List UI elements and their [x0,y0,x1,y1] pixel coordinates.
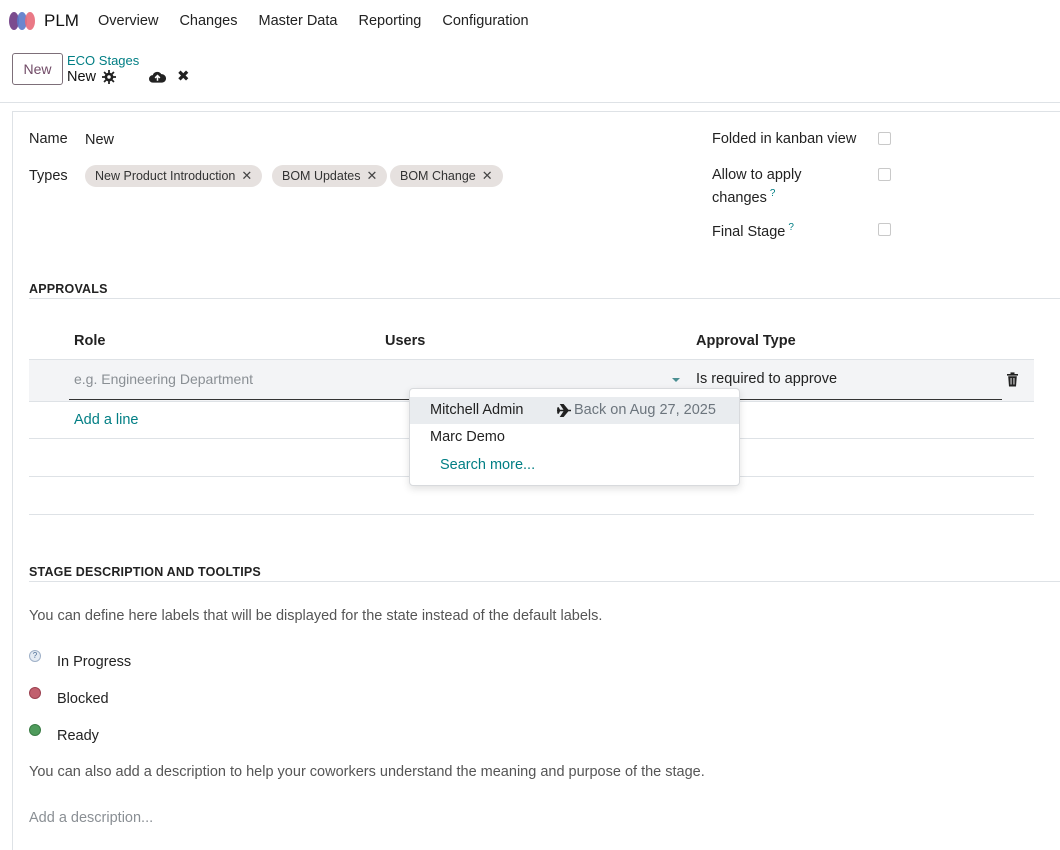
add-a-line-link[interactable]: Add a line [74,412,139,428]
in-progress-state-icon[interactable]: ? [29,650,41,662]
final-stage-label: Final Stage? [712,222,794,240]
dropdown-option[interactable]: Marc Demo [410,424,739,451]
gear-icon[interactable] [102,70,116,84]
row-line [29,514,1034,515]
search-more-link[interactable]: Search more... [440,457,535,473]
allow-apply-checkbox[interactable] [878,168,891,181]
folded-checkbox[interactable] [878,132,891,145]
stage-description-title: STAGE DESCRIPTION AND TOOLTIPS [29,565,261,579]
final-stage-checkbox[interactable] [878,223,891,236]
type-tag-label: BOM Change [400,169,476,183]
ready-label[interactable]: Ready [57,728,99,744]
approvals-separator [29,298,1060,299]
description-input[interactable]: Add a description... [29,810,153,826]
approvals-title: APPROVALS [29,282,108,296]
name-label: Name [29,131,68,147]
help-icon[interactable]: ? [770,188,776,199]
menu-reporting[interactable]: Reporting [358,13,421,29]
chevron-down-icon[interactable] [672,378,680,382]
col-users[interactable]: Users [385,333,425,349]
stage-description-more: You can also add a description to help y… [29,764,705,780]
main-menu: Overview Changes Master Data Reporting C… [98,13,550,29]
help-icon[interactable]: ? [788,222,794,233]
menu-overview[interactable]: Overview [98,13,158,29]
col-role[interactable]: Role [74,333,105,349]
plane-icon [557,404,571,417]
role-input[interactable]: e.g. Engineering Department [74,371,253,387]
tag-remove-icon[interactable]: ✕ [482,168,493,184]
type-tag-label: BOM Updates [282,169,361,183]
breadcrumb-parent[interactable]: ECO Stages [67,53,139,68]
out-of-office-status: Back on Aug 27, 2025 [574,402,716,418]
users-autocomplete-dropdown: Mitchell Admin Back on Aug 27, 2025 Marc… [409,388,740,486]
in-progress-label[interactable]: In Progress [57,654,131,670]
menu-configuration[interactable]: Configuration [442,13,528,29]
ready-state-icon[interactable] [29,724,41,736]
trash-icon[interactable] [1006,372,1019,387]
app-name[interactable]: PLM [44,11,79,31]
option-name: Mitchell Admin [430,402,524,418]
types-label: Types [29,168,68,184]
tag-remove-icon[interactable]: ✕ [241,168,252,184]
dropdown-option[interactable]: Mitchell Admin Back on Aug 27, 2025 [410,397,739,424]
menu-changes[interactable]: Changes [179,13,237,29]
top-navbar: PLM Overview Changes Master Data Reporti… [0,0,1060,42]
blocked-label[interactable]: Blocked [57,691,109,707]
col-approval-type[interactable]: Approval Type [696,333,796,349]
option-name: Marc Demo [430,429,505,445]
allow-apply-label: Allow to apply [712,167,802,183]
stage-description-intro: You can define here labels that will be … [29,608,603,624]
type-tag: BOM Updates ✕ [272,165,388,187]
type-tag: New Product Introduction ✕ [85,165,263,187]
plm-logo-icon[interactable] [9,11,37,31]
tag-remove-icon[interactable]: ✕ [367,168,378,184]
discard-icon[interactable]: ✖ [177,69,190,84]
type-tag: BOM Change ✕ [390,165,503,187]
name-input[interactable]: New [85,132,114,148]
breadcrumb-current: New [67,69,97,85]
stage-description-separator [29,581,1060,582]
approval-type-select[interactable]: Is required to approve [696,371,837,387]
type-tag-label: New Product Introduction [95,169,236,183]
menu-master-data[interactable]: Master Data [258,13,337,29]
cloud-upload-icon[interactable] [149,70,166,84]
allow-apply-label-2: changes? [712,188,776,206]
control-panel-divider [0,102,1060,103]
new-button[interactable]: New [12,53,63,85]
folded-label: Folded in kanban view [712,131,857,147]
blocked-state-icon[interactable] [29,687,41,699]
